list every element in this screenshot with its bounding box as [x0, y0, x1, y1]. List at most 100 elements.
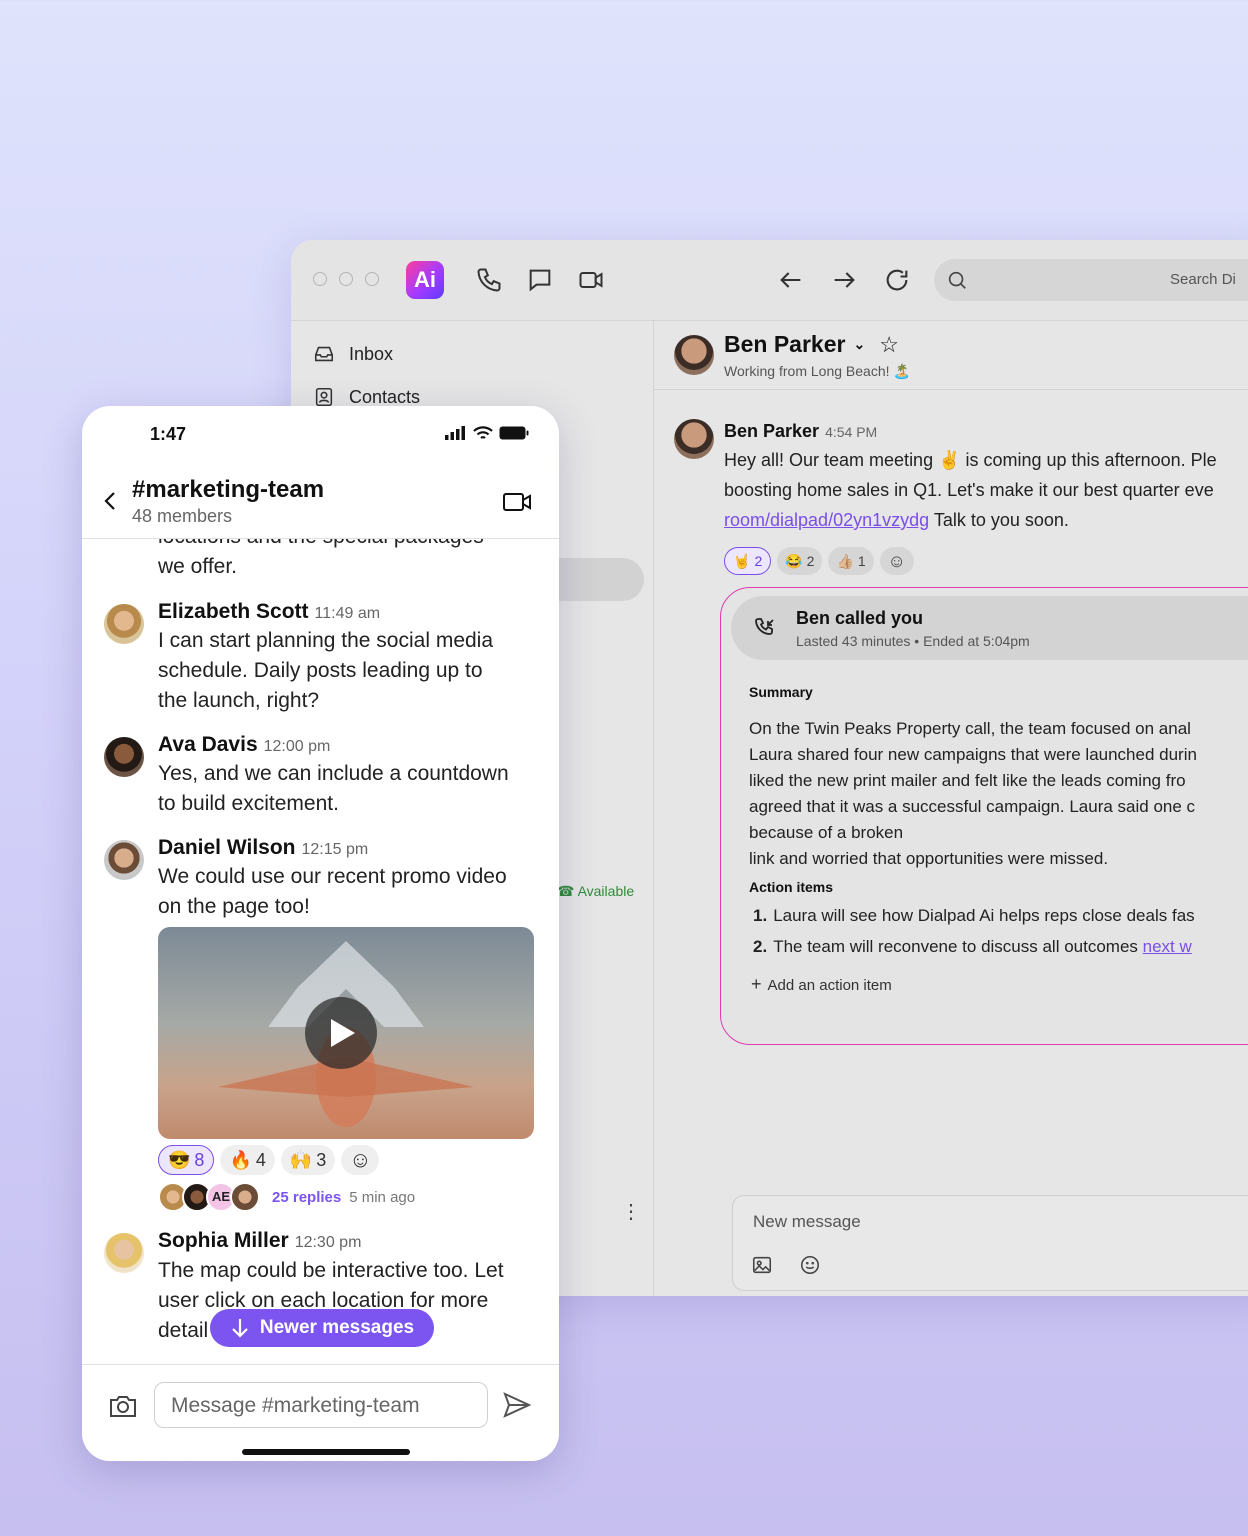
back-arrow-icon[interactable] [777, 266, 805, 294]
send-icon[interactable] [502, 1391, 532, 1419]
reaction-chip[interactable]: 👍🏼 1 [828, 547, 874, 575]
video-thumbnail[interactable] [158, 927, 534, 1139]
message-text: boosting home sales in Q1. Let's make it… [724, 480, 1214, 500]
camera-icon[interactable] [108, 1393, 138, 1419]
chat-icon[interactable] [526, 266, 554, 294]
replies-time: 5 min ago [349, 1188, 416, 1206]
message-time: 12:30 pm [294, 1234, 362, 1251]
status-badge: ☎ Available [557, 883, 635, 899]
reaction-row: 🤘 2 😂 2 👍🏼 1 ☺ [724, 547, 914, 575]
battery-icon [499, 426, 529, 440]
contacts-icon [315, 387, 333, 407]
message-composer[interactable]: New message [732, 1195, 1248, 1291]
message-input[interactable]: Message #marketing-team [154, 1382, 488, 1428]
reaction-chip[interactable]: 😂 2 [777, 547, 823, 575]
action-item: 1. Laura will see how Dialpad Ai helps re… [753, 906, 1195, 925]
message-text-partial: locations and the special packages we of… [158, 538, 484, 578]
plus-icon: + [751, 974, 762, 994]
message-text: Hey all! Our team meeting ✌️ is coming u… [724, 450, 1217, 470]
reaction-chip[interactable]: 🤘 2 [724, 547, 772, 575]
message-text: Yes, and we can include a countdown to b… [158, 762, 509, 815]
channel-header: #marketing-team 48 members [82, 462, 559, 539]
chevron-down-icon: ⌄ [853, 336, 866, 352]
message-author: Ava Davis 12:00 pm [158, 733, 331, 756]
message-text: We could use our recent promo video on t… [158, 865, 507, 918]
sidebar-item-contacts[interactable]: Contacts [313, 386, 420, 408]
play-button[interactable] [305, 997, 377, 1069]
action-item: 2. The team will reconvene to discuss all… [753, 937, 1192, 956]
sidebar-item-inbox[interactable]: Inbox [313, 343, 393, 365]
emoji-icon[interactable] [799, 1254, 821, 1276]
input-placeholder: Message #marketing-team [171, 1394, 420, 1417]
message-input-bar: Message #marketing-team [82, 1364, 559, 1461]
message-author: Elizabeth Scott 11:49 am [158, 600, 381, 623]
composer-placeholder: New message [753, 1212, 861, 1231]
more-options-icon[interactable]: ⋮ [621, 1202, 641, 1222]
video-call-icon[interactable] [502, 490, 532, 514]
app-logo-icon: Ai [406, 261, 444, 299]
window-minimize-button[interactable] [339, 272, 353, 286]
message-time: 4:54 PM [825, 424, 878, 440]
forward-arrow-icon[interactable] [830, 266, 858, 294]
signal-icon [445, 426, 465, 440]
search-bar[interactable]: Search Di [934, 259, 1248, 301]
avatar[interactable] [104, 1233, 144, 1273]
refresh-icon[interactable] [883, 266, 911, 294]
avatar[interactable] [104, 604, 144, 644]
back-chevron-icon[interactable] [102, 490, 120, 512]
contact-name: Ben Parker [724, 331, 846, 357]
message-author: Ben Parker 4:54 PM [724, 421, 878, 441]
contact-name-button[interactable]: Ben Parker ⌄ ☆ [724, 331, 899, 358]
member-count[interactable]: 48 members [132, 506, 232, 527]
replies-count[interactable]: 25 replies [272, 1189, 341, 1206]
reaction-row: 😎 8 🔥 4 🙌 3 ☺ [158, 1145, 380, 1175]
play-icon [331, 1019, 355, 1047]
title-bar: Ai Search Di [291, 240, 1248, 321]
avatar[interactable] [674, 419, 714, 459]
avatar [230, 1182, 260, 1212]
avatar[interactable] [104, 840, 144, 880]
summary-title: Summary [749, 684, 813, 700]
message-author: Daniel Wilson 12:15 pm [158, 836, 369, 859]
action-items-title: Action items [749, 879, 834, 895]
mobile-app-screen: 1:47 #marketing-team 48 members location… [82, 406, 559, 1461]
call-banner[interactable]: Ben called you Lasted 43 minutes • Ended… [731, 596, 1248, 660]
message-time: 12:15 pm [301, 841, 369, 858]
window-close-button[interactable] [313, 272, 327, 286]
reaction-chip[interactable]: 🙌 3 [280, 1145, 336, 1175]
reaction-chip[interactable]: 🔥 4 [220, 1145, 275, 1175]
status-bar-icons [445, 426, 529, 440]
message-text: room/dialpad/02yn1vzydg Talk to you soon… [724, 510, 1069, 530]
search-icon [948, 271, 966, 289]
home-indicator [242, 1449, 410, 1455]
meeting-link[interactable]: room/dialpad/02yn1vzydg [724, 510, 929, 530]
avatar[interactable] [674, 335, 714, 375]
add-reaction-icon[interactable]: ☺ [879, 547, 914, 575]
video-icon[interactable] [577, 266, 605, 294]
incoming-call-icon [755, 618, 774, 635]
search-placeholder: Search Di [1170, 271, 1236, 288]
conversation-header: Ben Parker ⌄ ☆ Working from Long Beach! … [654, 321, 1248, 390]
avatar[interactable] [104, 737, 144, 777]
call-title: Ben called you [796, 608, 924, 628]
conversation-pane: Ben Parker ⌄ ☆ Working from Long Beach! … [654, 321, 1248, 1296]
message-text: I can start planning the social media sc… [158, 629, 494, 712]
call-subtitle: Lasted 43 minutes • Ended at 5:04pm [796, 633, 1030, 649]
sidebar-item-selected[interactable] [556, 558, 644, 601]
phone-icon[interactable] [475, 266, 503, 294]
star-icon[interactable]: ☆ [879, 332, 899, 358]
action-item-link[interactable]: next w [1143, 937, 1192, 956]
thread-replies[interactable]: AE 25 replies 5 min ago [158, 1182, 415, 1212]
channel-title: #marketing-team [132, 476, 325, 503]
add-reaction-icon[interactable]: ☺ [341, 1145, 380, 1175]
add-action-item-button[interactable]: + Add an action item [751, 974, 892, 995]
reaction-chip[interactable]: 😎 8 [158, 1145, 215, 1175]
arrow-down-icon [232, 1319, 248, 1338]
inbox-icon [314, 346, 334, 362]
window-zoom-button[interactable] [365, 272, 379, 286]
image-icon[interactable] [751, 1254, 773, 1276]
contact-status: Working from Long Beach! 🏝️ [724, 363, 911, 379]
wifi-icon [473, 426, 493, 439]
message-time: 12:00 pm [263, 738, 331, 755]
newer-messages-button[interactable]: Newer messages [210, 1309, 434, 1347]
